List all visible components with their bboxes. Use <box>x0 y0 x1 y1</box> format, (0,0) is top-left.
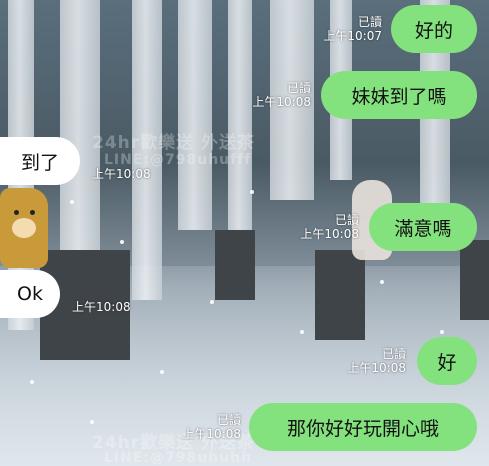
bear-sticker-decoration <box>0 188 48 268</box>
snowflake <box>300 330 304 334</box>
incoming-message-bubble[interactable]: Ok <box>0 270 60 318</box>
message-time: 上午10:08 <box>182 427 241 441</box>
snowflake <box>440 330 444 334</box>
snowflake <box>70 200 74 204</box>
message-meta: 上午10:08 <box>92 167 151 181</box>
tree-base <box>315 250 365 340</box>
read-receipt: 已讀 <box>334 213 359 227</box>
snowflake <box>210 300 214 304</box>
message-time: 上午10:08 <box>300 227 359 241</box>
snowflake <box>250 190 254 194</box>
read-receipt: 已讀 <box>381 347 406 361</box>
read-receipt: 已讀 <box>357 15 382 29</box>
message-time: 上午10:07 <box>323 29 382 43</box>
snowflake <box>90 420 94 424</box>
message-time: 上午10:08 <box>347 361 406 375</box>
bear-face <box>12 218 36 238</box>
watermark-text: LINE:@798uhufff <box>104 152 252 168</box>
message-time: 上午10:08 <box>72 300 131 314</box>
message-text: 好 <box>437 351 457 374</box>
outgoing-message-bubble[interactable]: 妹妹到了嗎 <box>321 71 477 119</box>
read-receipt: 已讀 <box>216 413 241 427</box>
message-meta: 已讀 上午10:08 <box>182 413 241 441</box>
outgoing-message-bubble[interactable]: 那你好好玩開心哦 <box>249 403 477 451</box>
message-text: Ok <box>17 283 43 305</box>
bear-eye <box>14 210 19 215</box>
message-text: 好的 <box>414 19 453 42</box>
read-receipt: 已讀 <box>286 81 311 95</box>
message-text: 妹妹到了嗎 <box>351 85 447 108</box>
outgoing-message-bubble[interactable]: 好 <box>417 337 477 385</box>
message-text: 那你好好玩開心哦 <box>286 417 439 440</box>
message-meta: 已讀 上午10:08 <box>300 213 359 241</box>
tree-base <box>215 230 255 300</box>
snowflake <box>30 380 34 384</box>
message-time: 上午10:08 <box>252 95 311 109</box>
message-meta: 上午10:08 <box>72 300 131 314</box>
incoming-message-bubble[interactable]: 到了 <box>0 137 80 185</box>
message-meta: 已讀 上午10:08 <box>347 347 406 375</box>
watermark-text: LINE:@798uhuhh <box>104 450 253 466</box>
outgoing-message-bubble[interactable]: 好的 <box>391 5 477 53</box>
snowflake <box>380 280 384 284</box>
message-meta: 已讀 上午10:08 <box>252 81 311 109</box>
outgoing-message-bubble[interactable]: 滿意嗎 <box>369 203 477 251</box>
bear-eye <box>30 210 35 215</box>
message-text: 滿意嗎 <box>394 217 452 240</box>
tree-trunk <box>178 0 212 230</box>
watermark-text: 24hr歡樂送 外送茶 <box>92 133 256 153</box>
message-time: 上午10:08 <box>92 167 151 181</box>
tree-base <box>460 240 489 320</box>
snowflake <box>120 240 124 244</box>
snowflake <box>160 370 164 374</box>
message-meta: 已讀 上午10:07 <box>323 15 382 43</box>
tree-trunk <box>228 0 252 250</box>
message-text: 到了 <box>20 151 59 174</box>
